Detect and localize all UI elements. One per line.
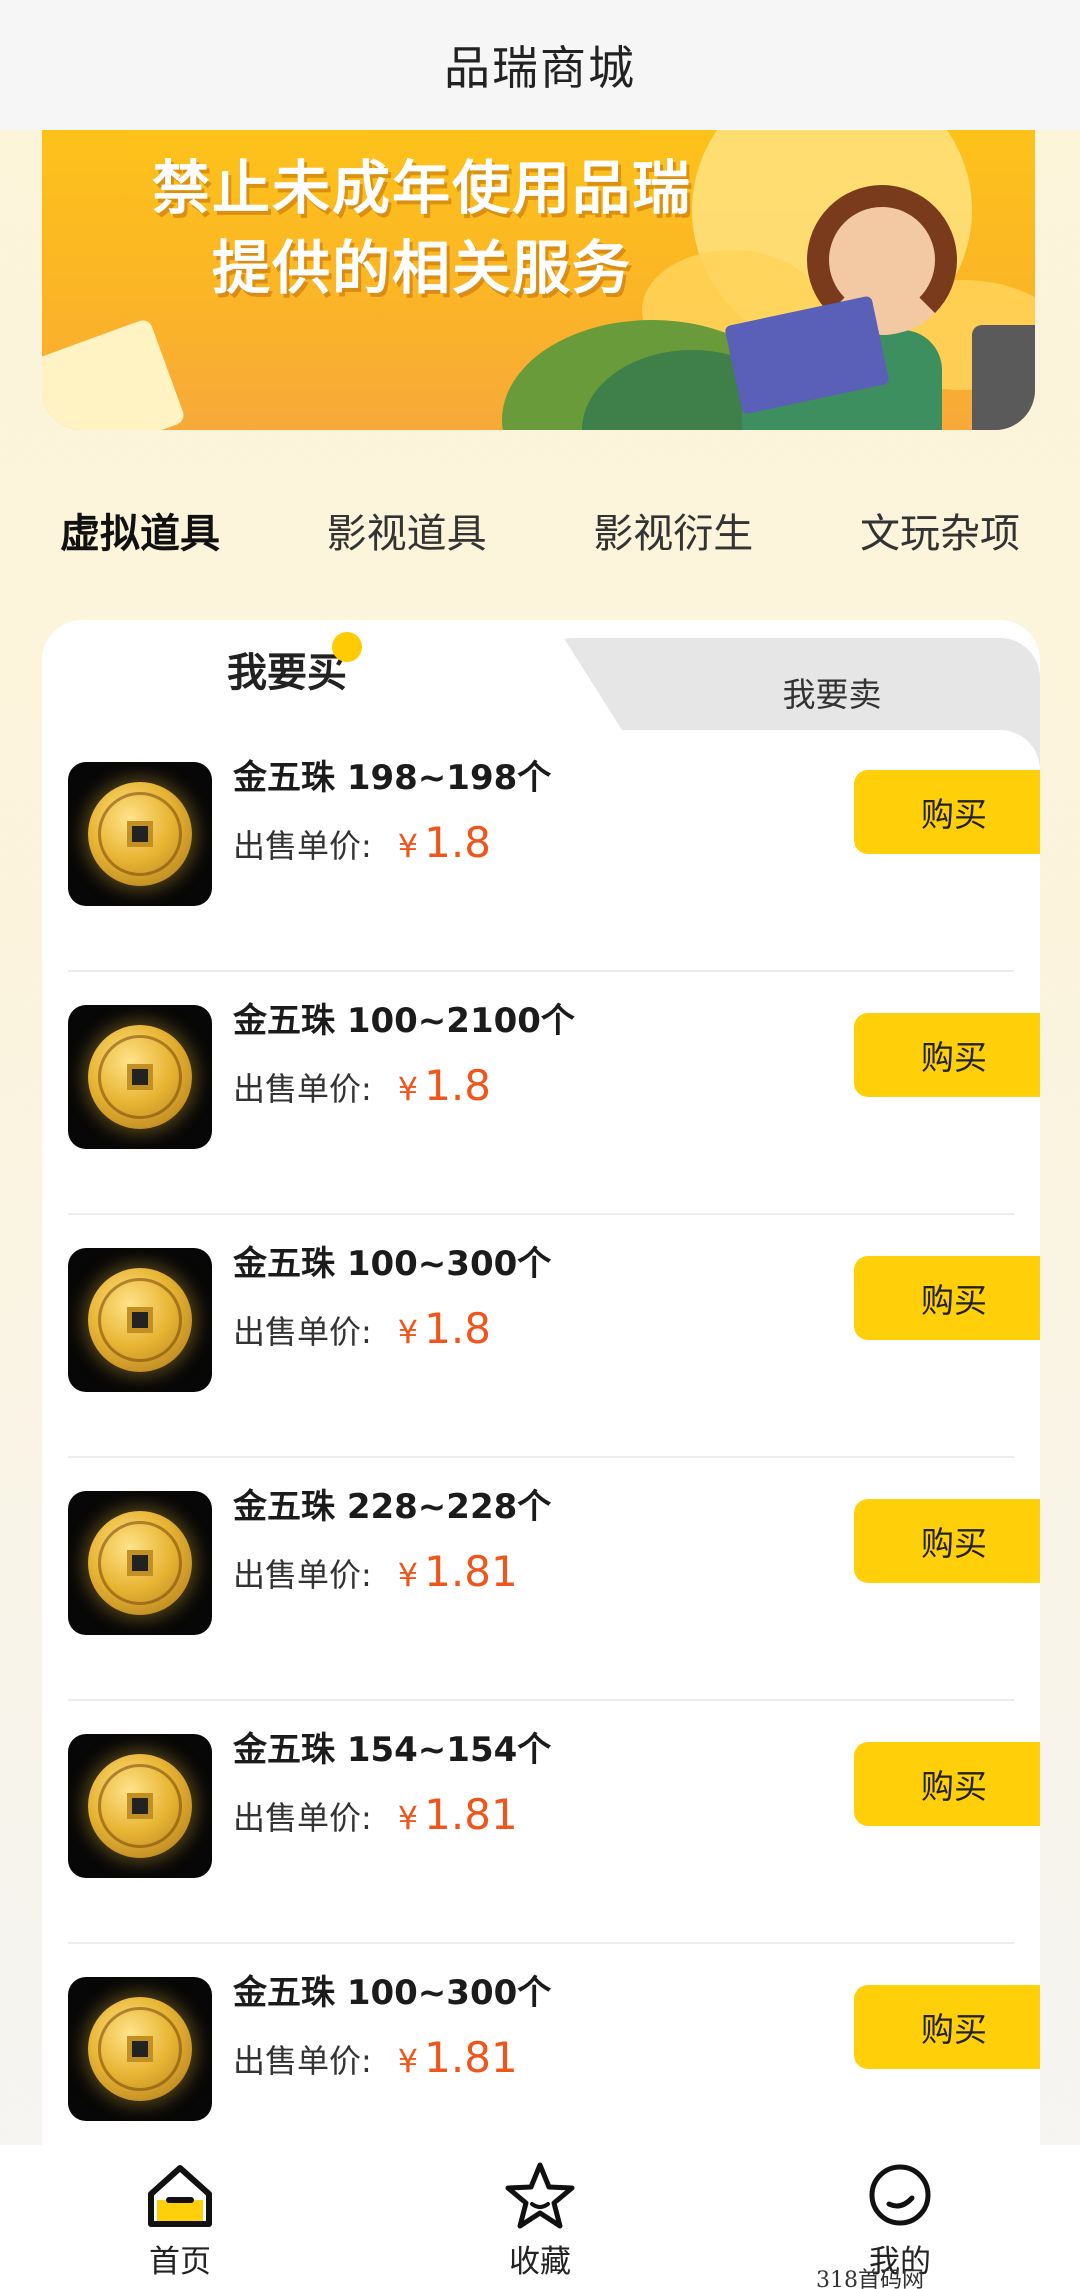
coin-icon [88, 1025, 192, 1129]
item-price-label: 出售单价: [233, 1313, 372, 1351]
item-price-row: 出售单价: ¥ 1.8 [233, 1061, 491, 1110]
item-price-row: 出售单价: ¥ 1.81 [233, 2033, 518, 2082]
tab-sell[interactable]: 我要卖 [642, 668, 1022, 716]
item-price: 1.8 [424, 1061, 491, 1110]
item-currency: ¥ [397, 1556, 419, 1594]
buy-button[interactable]: 购买 [854, 1256, 1040, 1340]
tab-virtual-props[interactable]: 虚拟道具 [40, 501, 240, 559]
item-price: 1.8 [424, 1304, 491, 1353]
tab-film-derivatives[interactable]: 影视衍生 [573, 501, 773, 559]
list-item[interactable]: 金五珠 100~300个 出售单价: ¥ 1.81 购买 [68, 1945, 1040, 2150]
coin-icon [88, 1268, 192, 1372]
category-tabs: 虚拟道具 影视道具 影视衍生 文玩杂项 [40, 490, 1040, 570]
buy-button[interactable]: 购买 [854, 1742, 1040, 1826]
item-price: 1.81 [424, 1547, 518, 1596]
home-icon [148, 2165, 212, 2227]
nav-favorites[interactable]: 收藏 [360, 2145, 720, 2289]
item-price-row: 出售单价: ¥ 1.81 [233, 1547, 518, 1596]
item-name: 金五珠 198~198个 [233, 758, 552, 798]
tab-buy[interactable]: 我要买 [42, 632, 532, 698]
list-item[interactable]: 金五珠 228~228个 出售单价: ¥ 1.81 购买 [68, 1459, 1040, 1701]
coin-icon [88, 1754, 192, 1858]
item-thumbnail [68, 1491, 212, 1635]
banner-paper-decoration [42, 317, 187, 430]
list-item[interactable]: 金五珠 154~154个 出售单价: ¥ 1.81 购买 [68, 1702, 1040, 1944]
list-item[interactable]: 金五珠 198~198个 出售单价: ¥ 1.8 购买 [68, 730, 1040, 972]
banner-line-1: 禁止未成年使用品瑞 [151, 154, 692, 222]
star-icon [505, 2162, 575, 2229]
item-name: 金五珠 100~300个 [233, 1244, 552, 1284]
coin-ring [98, 1278, 182, 1362]
top-bar: 品瑞商城 [0, 0, 1080, 130]
coin-ring [98, 2007, 182, 2091]
item-name: 金五珠 100~300个 [233, 1973, 552, 2013]
buy-button[interactable]: 购买 [854, 1499, 1040, 1583]
item-price-label: 出售单价: [233, 1799, 372, 1837]
banner-line-2: 提供的相关服务 [211, 234, 632, 302]
item-price-row: 出售单价: ¥ 1.8 [233, 818, 491, 867]
watermark: 318首码网 www.e318.com [816, 2268, 924, 2289]
buy-button[interactable]: 购买 [854, 1985, 1040, 2069]
list-item[interactable]: 金五珠 100~2100个 出售单价: ¥ 1.8 购买 [68, 973, 1040, 1215]
tab-collectibles[interactable]: 文玩杂项 [840, 501, 1040, 559]
item-thumbnail [68, 1977, 212, 2121]
list-item[interactable]: 金五珠 100~300个 出售单价: ¥ 1.8 购买 [68, 1216, 1040, 1458]
tab-film-props[interactable]: 影视道具 [307, 501, 507, 559]
coin-icon [88, 1997, 192, 2101]
tab-buy-indicator-dot [332, 632, 362, 662]
item-currency: ¥ [397, 1313, 419, 1351]
trade-panel: 我要买 我要卖 金五珠 198~198个 出售单价: ¥ 1.8 购买 金五珠 … [42, 620, 1040, 2150]
item-price-label: 出售单价: [233, 1070, 372, 1108]
nav-home-label: 首页 [149, 2244, 211, 2280]
item-currency: ¥ [397, 1799, 419, 1837]
item-name: 金五珠 154~154个 [233, 1730, 552, 1770]
banner[interactable]: 禁止未成年使用品瑞 提供的相关服务 [42, 130, 1035, 430]
item-price: 1.81 [424, 1790, 518, 1839]
buy-button[interactable]: 购买 [854, 770, 1040, 854]
coin-ring [98, 1521, 182, 1605]
nav-favorites-label: 收藏 [509, 2244, 571, 2280]
page-title: 品瑞商城 [444, 41, 636, 95]
coin-ring [98, 1764, 182, 1848]
coin-icon [88, 1511, 192, 1615]
coin-ring [98, 792, 182, 876]
listing-list: 金五珠 198~198个 出售单价: ¥ 1.8 购买 金五珠 100~2100… [42, 730, 1040, 2150]
banner-bag-decoration [972, 325, 1035, 430]
nav-home[interactable]: 首页 [0, 2145, 360, 2289]
item-price: 1.8 [424, 818, 491, 867]
profile-icon [869, 2164, 931, 2226]
item-price-label: 出售单价: [233, 827, 372, 865]
item-price-row: 出售单价: ¥ 1.81 [233, 1790, 518, 1839]
item-currency: ¥ [397, 1070, 419, 1108]
item-price-label: 出售单价: [233, 2042, 372, 2080]
item-thumbnail [68, 762, 212, 906]
trade-tabs: 我要买 我要卖 [42, 620, 1040, 768]
buy-button[interactable]: 购买 [854, 1013, 1040, 1097]
item-currency: ¥ [397, 2042, 419, 2080]
coin-icon [88, 782, 192, 886]
item-price-label: 出售单价: [233, 1556, 372, 1594]
item-price: 1.81 [424, 2033, 518, 2082]
item-thumbnail [68, 1248, 212, 1392]
coin-ring [98, 1035, 182, 1119]
item-name: 金五珠 100~2100个 [233, 1001, 575, 1041]
item-thumbnail [68, 1005, 212, 1149]
item-currency: ¥ [397, 827, 419, 865]
item-price-row: 出售单价: ¥ 1.8 [233, 1304, 491, 1353]
banner-text: 禁止未成年使用品瑞 提供的相关服务 [102, 148, 742, 308]
tab-buy-label: 我要买 [227, 650, 347, 696]
item-thumbnail [68, 1734, 212, 1878]
item-name: 金五珠 228~228个 [233, 1487, 552, 1527]
